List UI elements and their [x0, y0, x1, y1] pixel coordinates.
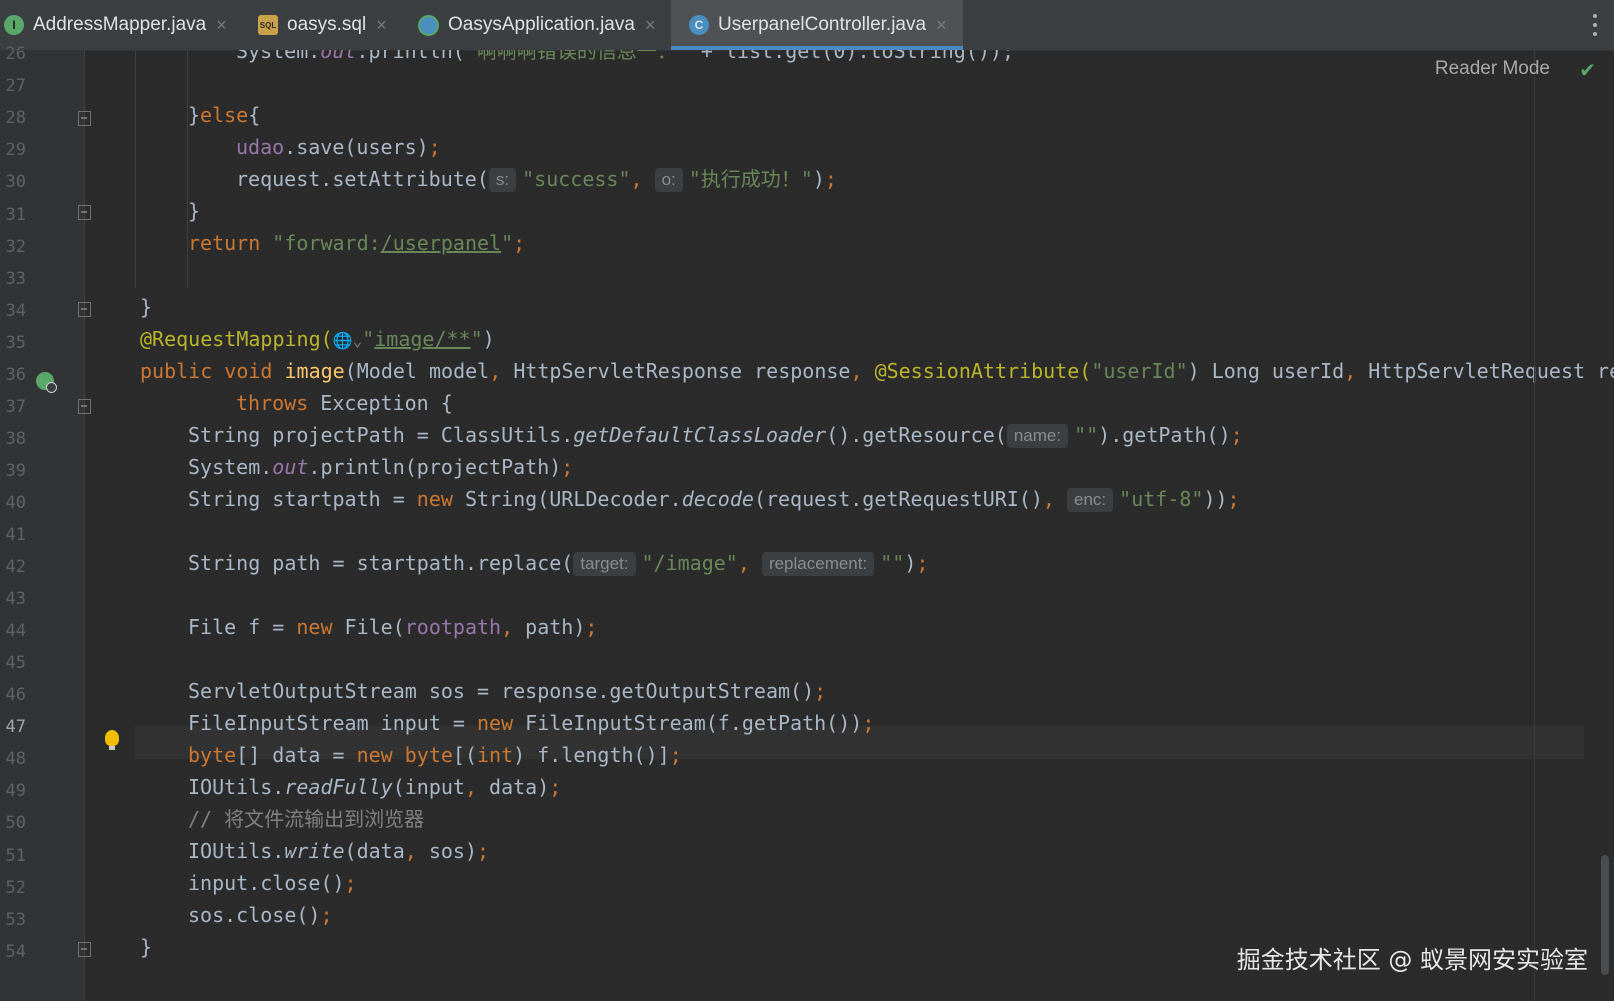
- tab-oasys-application[interactable]: OasysApplication.java ×: [418, 0, 668, 50]
- line-number-gutter: 26 27 28 29 30 31 32 33 34 35 36 37 38 3…: [0, 44, 85, 1001]
- indent-guide: [135, 50, 136, 288]
- code-line-51: IOUtils.write(data, sos);: [188, 839, 490, 863]
- tab-label: UserpanelController.java: [718, 14, 927, 35]
- code-editor[interactable]: System.out.println("啊啊啊错误的信息一：" + list.g…: [85, 50, 1614, 1001]
- line-number: 32: [5, 237, 26, 257]
- code-line-48: byte[] data = new byte[(int) f.length()]…: [188, 743, 682, 767]
- close-icon[interactable]: ×: [376, 15, 387, 36]
- line-number: 45: [5, 653, 26, 673]
- spring-request-mapping-icon[interactable]: [36, 372, 57, 393]
- line-number: 54: [5, 942, 26, 962]
- right-margin-guide: [1534, 50, 1535, 1001]
- code-line-39: System.out.println(projectPath);: [188, 455, 574, 479]
- line-number: 42: [5, 557, 26, 577]
- param-hint: name:: [1006, 424, 1069, 448]
- line-number: 51: [5, 846, 26, 866]
- inspection-ok-check-icon[interactable]: ✔: [1579, 58, 1596, 83]
- interface-icon: I: [4, 15, 24, 35]
- code-line-32: return "forward:/userpanel";: [188, 231, 526, 255]
- close-icon[interactable]: ×: [216, 15, 227, 36]
- editor-tab-bar: I AddressMapper.java × SQL oasys.sql × O…: [0, 0, 1614, 51]
- sql-file-icon: SQL: [258, 15, 278, 35]
- line-number: 49: [5, 781, 26, 801]
- code-line-35: @RequestMapping(🌐⌄"image/**"): [140, 327, 495, 351]
- line-number: 53: [5, 910, 26, 930]
- param-hint: replacement:: [761, 552, 875, 576]
- param-hint: enc:: [1067, 488, 1114, 512]
- line-number: 30: [5, 172, 26, 192]
- code-line-54: }: [140, 935, 153, 959]
- line-number: 36: [5, 365, 26, 385]
- code-line-30: request.setAttribute(s: "success", o: "执行成…: [236, 167, 837, 192]
- line-number: 26: [5, 44, 26, 64]
- code-line-29: udao.save(users);: [236, 135, 441, 159]
- code-line-42: String path = startpath.replace(target: "…: [188, 551, 929, 576]
- line-number: 41: [5, 525, 26, 545]
- line-number: 50: [5, 813, 26, 833]
- line-number: 34: [5, 301, 26, 321]
- param-hint: s:: [488, 168, 517, 192]
- tab-label: oasys.sql: [287, 14, 367, 35]
- code-line-36: public void image(Model model, HttpServl…: [140, 359, 1614, 383]
- line-number: 39: [5, 461, 26, 481]
- reader-mode-button[interactable]: Reader Mode: [1435, 58, 1550, 80]
- param-hint: target:: [573, 552, 636, 576]
- code-line-46: ServletOutputStream sos = response.getOu…: [188, 679, 827, 703]
- more-options-icon[interactable]: [1592, 14, 1598, 36]
- line-number: 35: [5, 333, 26, 353]
- line-number: 28: [5, 108, 26, 128]
- line-number: 43: [5, 589, 26, 609]
- globe-icon: 🌐⌄: [332, 331, 363, 350]
- tab-oasys-sql[interactable]: SQL oasys.sql ×: [258, 0, 408, 50]
- line-number: 52: [5, 878, 26, 898]
- code-line-50-comment: // 将文件流输出到浏览器: [188, 807, 425, 831]
- line-number: 33: [5, 269, 26, 289]
- line-number: 44: [5, 621, 26, 641]
- tab-userpanel-controller[interactable]: C UserpanelController.java ×: [671, 0, 963, 50]
- code-line-28: }else{: [188, 103, 261, 127]
- code-line-37: throws Exception {: [236, 391, 453, 415]
- line-number: 48: [5, 749, 26, 769]
- watermark: 掘金技术社区 @ 蚁景网安实验室: [1236, 946, 1588, 974]
- code-line-34: }: [140, 295, 153, 319]
- code-line-31: }: [188, 199, 201, 223]
- code-line-53: sos.close();: [188, 903, 333, 927]
- spring-boot-class-icon: [418, 14, 439, 36]
- class-icon: C: [689, 15, 709, 35]
- line-number: 27: [5, 76, 26, 96]
- code-line-49: IOUtils.readFully(input, data);: [188, 775, 562, 799]
- line-number: 40: [5, 493, 26, 513]
- close-icon[interactable]: ×: [936, 15, 947, 36]
- code-line-38: String projectPath = ClassUtils.getDefau…: [188, 423, 1243, 448]
- close-icon[interactable]: ×: [645, 15, 656, 36]
- tab-address-mapper[interactable]: I AddressMapper.java ×: [0, 0, 240, 50]
- code-line-26: System.out.println("啊啊啊错误的信息一：" + list.g…: [236, 50, 1014, 63]
- tab-label: OasysApplication.java: [448, 14, 635, 35]
- code-line-47: FileInputStream input = new FileInputStr…: [188, 711, 875, 735]
- code-line-40: String startpath = new String(URLDecoder…: [188, 487, 1240, 512]
- line-number: 31: [5, 205, 26, 225]
- code-line-44: File f = new File(rootpath, path);: [188, 615, 598, 639]
- line-number: 38: [5, 429, 26, 449]
- line-number-current: 47: [5, 717, 26, 737]
- line-number: 46: [5, 685, 26, 705]
- line-number: 37: [5, 397, 26, 417]
- vertical-scrollbar-thumb[interactable]: [1601, 855, 1609, 975]
- line-number: 29: [5, 140, 26, 160]
- tab-label: AddressMapper.java: [33, 14, 207, 35]
- code-line-52: input.close();: [188, 871, 357, 895]
- param-hint: o:: [654, 168, 683, 192]
